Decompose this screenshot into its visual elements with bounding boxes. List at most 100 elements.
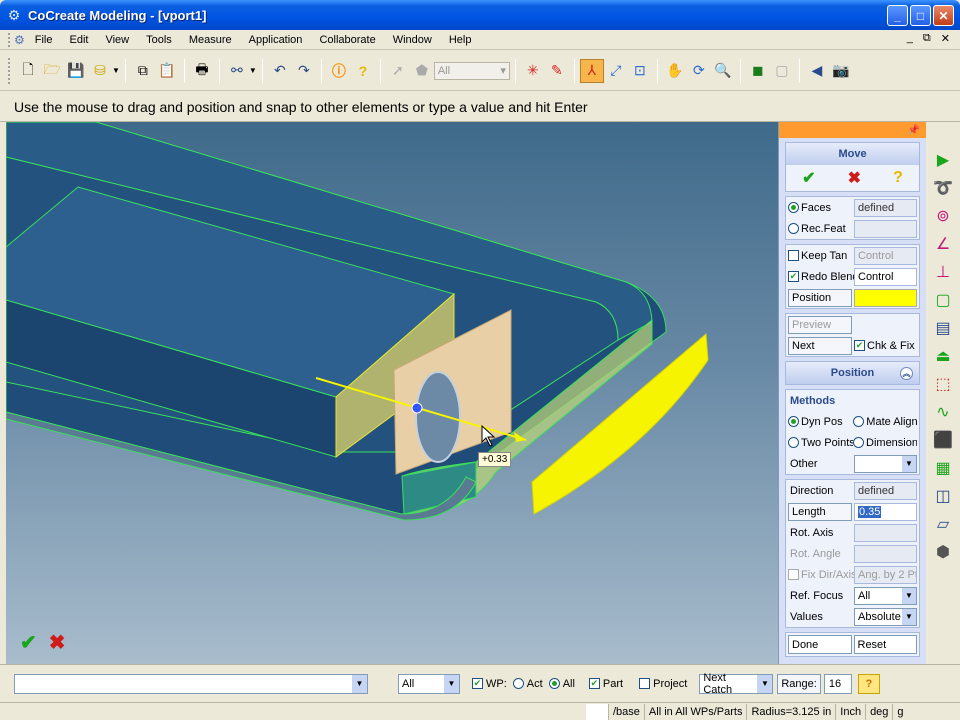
menu-window[interactable]: Window: [393, 34, 432, 46]
recfeat-value[interactable]: [854, 219, 917, 238]
select-arrow-icon[interactable]: ➚: [386, 59, 410, 83]
length-input[interactable]: 0.35: [854, 502, 917, 521]
maximize-button[interactable]: □: [910, 5, 931, 26]
fix-dir-value[interactable]: Ang. by 2 Pts: [854, 565, 917, 584]
help-question-icon[interactable]: ?: [893, 169, 903, 187]
save-disk-icon[interactable]: 💾: [64, 59, 88, 83]
collapse-chevron-icon[interactable]: ︽: [900, 366, 913, 380]
menu-grip[interactable]: [8, 32, 12, 47]
reset-button[interactable]: Reset: [853, 635, 917, 654]
values-combo[interactable]: Absolute ▼: [854, 607, 917, 626]
menu-view[interactable]: View: [105, 34, 129, 46]
green-square-icon[interactable]: ▢: [931, 286, 955, 314]
act-radio[interactable]: [512, 678, 524, 689]
view-iso-icon[interactable]: ⅄: [579, 58, 604, 83]
direction-value[interactable]: defined: [854, 481, 917, 500]
document-icon[interactable]: ⚙: [14, 33, 25, 47]
position-value[interactable]: [854, 288, 917, 307]
chk-fix-checkbox[interactable]: ✔: [854, 340, 865, 351]
wp-option[interactable]: ✔ WP:: [472, 678, 507, 690]
plane-icon[interactable]: ◫: [931, 482, 955, 510]
project-option[interactable]: Project: [639, 678, 687, 690]
faces-radio[interactable]: [788, 202, 799, 213]
run-play-icon[interactable]: ▶: [931, 146, 955, 174]
checkmark-icon[interactable]: ✔: [20, 630, 37, 655]
length-button[interactable]: Length: [788, 502, 852, 521]
position-button[interactable]: Position: [788, 288, 852, 307]
close-button[interactable]: ✕: [933, 5, 954, 26]
part-checkbox[interactable]: ✔: [588, 678, 600, 689]
mdi-close-button[interactable]: ✕: [941, 32, 950, 45]
rot-axis-value[interactable]: [854, 523, 917, 542]
mate-align-radio[interactable]: [853, 416, 865, 427]
rot-angle-value[interactable]: [854, 544, 917, 563]
dimension-option[interactable]: Dimension: [853, 437, 917, 449]
cube-face-icon[interactable]: ⬚: [931, 370, 955, 398]
dimension-radio[interactable]: [853, 437, 865, 448]
wireframe-box-icon[interactable]: ▢: [770, 59, 794, 83]
preview-button[interactable]: Preview: [788, 315, 852, 334]
project-checkbox[interactable]: [639, 678, 651, 689]
position-title[interactable]: Position ︽: [786, 362, 919, 384]
faces-value[interactable]: defined: [854, 198, 917, 217]
two-points-option[interactable]: Two Points: [788, 437, 853, 449]
mdi-restore-button[interactable]: ⧉: [923, 32, 931, 45]
catch-combo[interactable]: Next Catch ▼: [699, 672, 774, 696]
spring-coil-icon[interactable]: ➰: [931, 174, 955, 202]
curve-icon[interactable]: ∿: [931, 398, 955, 426]
pin-icon[interactable]: 📌: [908, 125, 920, 136]
wp-checkbox[interactable]: ✔: [472, 678, 483, 689]
menu-help[interactable]: Help: [449, 34, 472, 46]
two-points-radio[interactable]: [788, 437, 799, 448]
shaded-cube-icon[interactable]: ◼: [746, 59, 770, 83]
redo-blend-option[interactable]: ✔ Redo Blend: [788, 271, 854, 283]
model-render[interactable]: [6, 122, 778, 664]
dyn-pos-option[interactable]: Dyn Pos: [788, 416, 853, 428]
info-icon[interactable]: ⓘ: [327, 59, 351, 83]
open-folder-icon[interactable]: 🗁: [40, 59, 64, 83]
sheet-icon[interactable]: ▱: [931, 510, 955, 538]
keep-tan-checkbox[interactable]: [788, 250, 799, 261]
all-radio[interactable]: [548, 678, 560, 689]
menu-tools[interactable]: Tools: [146, 34, 172, 46]
solid-cut-icon[interactable]: ⬢: [931, 538, 955, 566]
structure-browser-icon[interactable]: ⚯: [225, 59, 249, 83]
drag-handle[interactable]: [411, 402, 423, 414]
range-button[interactable]: Range:: [777, 673, 821, 694]
select-shape-icon[interactable]: ⬟: [410, 59, 434, 83]
dyn-pos-radio[interactable]: [788, 416, 799, 427]
all-option[interactable]: All: [548, 678, 575, 690]
help-question-icon[interactable]: ?: [351, 59, 375, 83]
print-icon[interactable]: 🖶: [190, 59, 214, 83]
zoom-icon[interactable]: 🔍: [711, 59, 735, 83]
keep-tan-option[interactable]: Keep Tan: [788, 250, 854, 262]
ok-check-icon[interactable]: ✔: [802, 168, 815, 188]
redo-icon[interactable]: ↷: [292, 59, 316, 83]
menu-measure[interactable]: Measure: [189, 34, 232, 46]
other-combo[interactable]: ▼: [854, 454, 917, 473]
delete-workplane-icon[interactable]: ✎: [545, 59, 569, 83]
mate-align-option[interactable]: Mate Align: [853, 416, 917, 428]
selection-filter-combo[interactable]: All ▾: [433, 61, 510, 80]
load-dropdown-icon[interactable]: ▼: [112, 66, 120, 75]
filter-combo[interactable]: All ▼: [398, 673, 460, 694]
toolbar-grip[interactable]: [8, 57, 12, 84]
3d-viewport[interactable]: +0.33 ✔ ✖: [6, 122, 778, 664]
menu-file[interactable]: File: [35, 34, 53, 46]
done-button[interactable]: Done: [788, 635, 852, 654]
keep-tan-value[interactable]: Control: [854, 246, 917, 265]
intersect-icon[interactable]: ⊥: [931, 258, 955, 286]
fix-dir-checkbox[interactable]: [788, 569, 799, 580]
recfeat-radio[interactable]: [788, 223, 799, 234]
paste-icon[interactable]: 📋: [155, 59, 179, 83]
zoom-box-icon[interactable]: ⊡: [628, 59, 652, 83]
load-cylinder-icon[interactable]: ⛁: [88, 59, 112, 83]
range-input[interactable]: 16: [823, 673, 852, 694]
extrude-icon[interactable]: ⏏: [931, 342, 955, 370]
act-option[interactable]: Act: [512, 678, 543, 690]
pan-hand-icon[interactable]: ✋: [663, 59, 687, 83]
structure-dropdown-icon[interactable]: ▼: [249, 66, 257, 75]
help-question-icon[interactable]: ?: [857, 673, 880, 694]
fix-dir-option[interactable]: Fix Dir/Axis: [788, 569, 854, 581]
menu-application[interactable]: Application: [249, 34, 303, 46]
